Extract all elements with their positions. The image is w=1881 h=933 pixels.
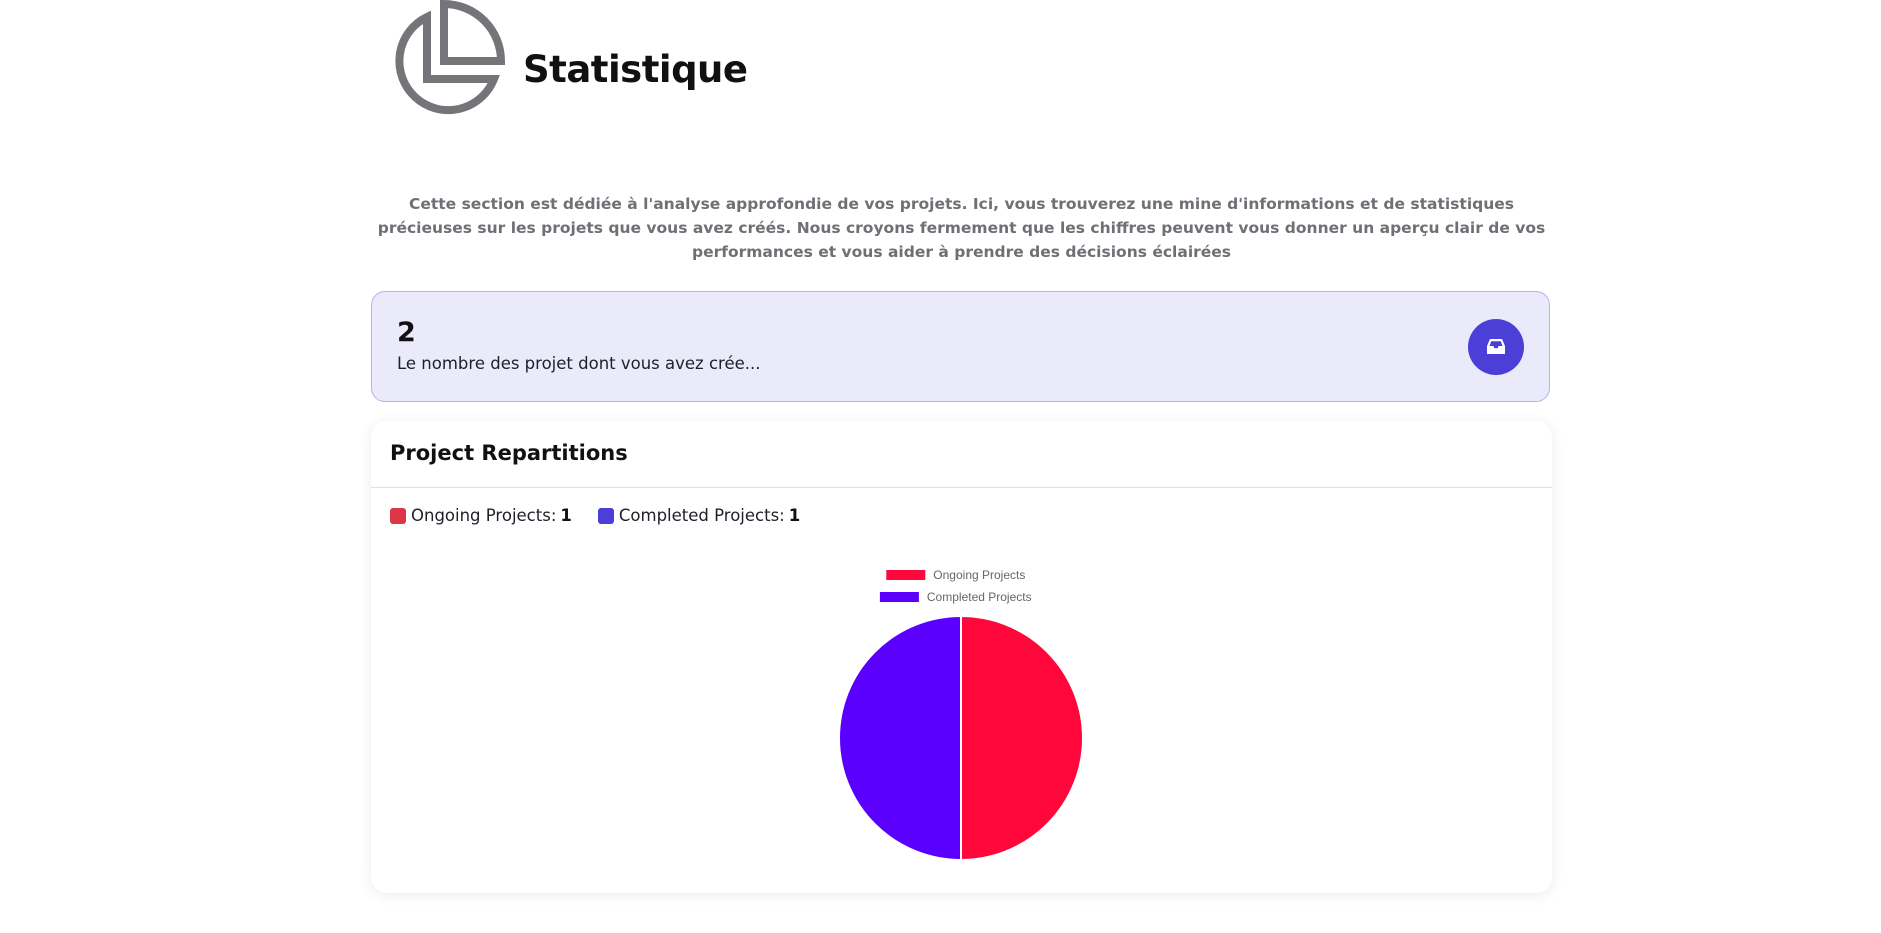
project-summary: Ongoing Projects: 1 Completed Projects: …	[390, 506, 826, 525]
project-count-value: 2	[397, 317, 416, 348]
legend-item-completed-projects[interactable]: Completed Projects	[879, 590, 1032, 604]
page-description: Cette section est dédiée à l'analyse app…	[377, 195, 1546, 261]
page-title: Statistique	[523, 48, 748, 91]
pie-slice-ongoing-projects[interactable]	[960, 614, 1084, 862]
inbox-button[interactable]	[1468, 319, 1524, 375]
page-header: Statistique	[371, 0, 1552, 140]
panel-divider	[371, 487, 1552, 488]
page: Statistique Cette section est dédiée à l…	[0, 0, 1881, 933]
legend-swatch	[886, 570, 926, 580]
summary-completed: Completed Projects: 1	[597, 506, 801, 525]
pie-slice-completed-projects[interactable]	[838, 614, 962, 862]
legend-label: Completed Projects	[927, 590, 1032, 604]
legend-label: Ongoing Projects	[933, 568, 1025, 582]
legend-item-ongoing-projects[interactable]: Ongoing Projects	[886, 568, 1025, 582]
ongoing-swatch	[390, 507, 406, 524]
summary-completed-label: Completed Projects:	[618, 506, 785, 525]
pie-chart-icon	[395, 0, 506, 115]
project-count-card: 2 Le nombre des projet dont vous avez cr…	[371, 291, 1550, 402]
legend-swatch	[879, 592, 919, 602]
summary-ongoing-label: Ongoing Projects:	[411, 506, 557, 525]
summary-ongoing-count: 1	[560, 506, 572, 525]
summary-ongoing: Ongoing Projects: 1	[390, 506, 572, 525]
completed-swatch	[597, 507, 614, 524]
panel-title: Project Repartitions	[390, 441, 628, 465]
main-container: Statistique Cette section est dédiée à l…	[371, 0, 1552, 893]
pie-chart: Ongoing Projects Completed Projects	[838, 568, 1084, 862]
summary-completed-count: 1	[788, 506, 801, 525]
project-count-label: Le nombre des projet dont vous avez crée…	[397, 354, 761, 373]
project-repartitions-panel: Ongoing Projects Completed Projects Proje…	[371, 421, 1552, 893]
inbox-icon	[1487, 339, 1505, 354]
